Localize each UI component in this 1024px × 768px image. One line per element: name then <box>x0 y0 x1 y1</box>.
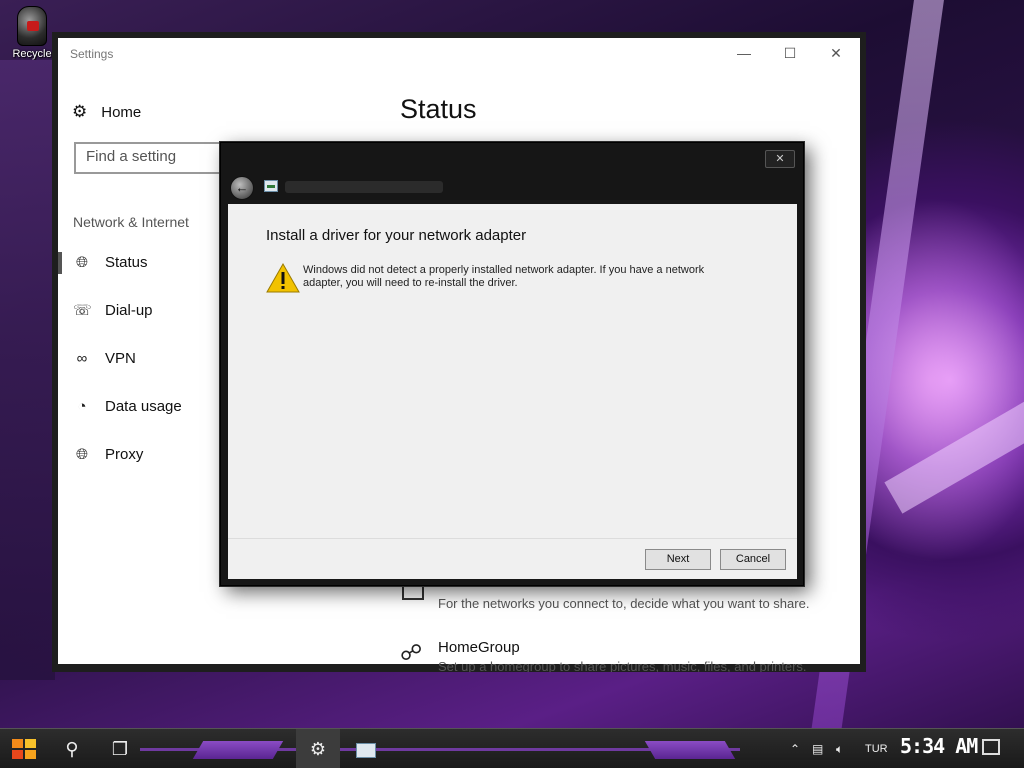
dialog-content: Install a driver for your network adapte… <box>228 204 797 538</box>
sidebar-item-label: Data usage <box>105 397 182 415</box>
dialog-message: Windows did not detect a properly instal… <box>303 264 705 289</box>
maximize-button[interactable]: ☐ <box>768 42 812 64</box>
desktop-icon-recycle-bin[interactable]: Recycle <box>8 6 56 60</box>
sidebar-item-label: Dial-up <box>105 301 153 319</box>
taskbar-network-adapter-icon[interactable] <box>344 729 388 768</box>
globe-icon: 🌐︎ <box>75 253 88 271</box>
settings-titlebar: Settings — ☐ ✕ <box>58 38 860 68</box>
search-icon[interactable]: ⚲ <box>50 729 94 768</box>
action-center-icon[interactable] <box>982 739 1000 755</box>
dialog-footer: Next Cancel <box>228 538 797 579</box>
sharing-options-icon <box>402 586 424 600</box>
task-view-icon[interactable]: ❐ <box>98 729 142 768</box>
page-title: Status <box>400 94 477 124</box>
dialog-close-button[interactable]: ✕ <box>765 150 795 168</box>
close-button[interactable]: ✕ <box>814 42 858 64</box>
taskbar-settings-gear-icon[interactable]: ⚙ <box>296 729 340 768</box>
dialup-icon: ☏ <box>73 302 92 319</box>
sidebar-item-label: Proxy <box>105 445 144 463</box>
homegroup-description: Set up a homegroup to share pictures, mu… <box>438 659 807 672</box>
volume-muted-icon[interactable]: 🔈︎ <box>836 729 843 768</box>
taskbar: ⚲ ❐ ⚙ ⌃ ▤ 🔈︎ TUR 5:34 AM <box>0 728 1024 768</box>
vpn-icon: ∞ <box>76 349 88 367</box>
sharing-options-description: For the networks you connect to, decide … <box>438 596 810 611</box>
language-indicator[interactable]: TUR <box>865 729 888 768</box>
section-title: Network & Internet <box>73 214 189 230</box>
homegroup-link[interactable]: HomeGroup <box>438 639 520 656</box>
minimize-button[interactable]: — <box>722 42 766 64</box>
start-button[interactable] <box>10 737 38 761</box>
dialog-title-redacted <box>285 181 443 193</box>
network-adapter-icon <box>264 180 278 192</box>
clock[interactable]: 5:34 AM <box>900 734 978 758</box>
homegroup-icon: ☍ <box>400 640 423 665</box>
sidebar-item-label: VPN <box>105 349 136 367</box>
desktop-icon-label: Recycle <box>12 48 52 60</box>
sidebar-item-label: Status <box>105 253 148 271</box>
window-title: Settings <box>70 47 114 61</box>
install-driver-dialog: ✕ ← Install a driver for your network ad… <box>220 142 804 586</box>
gear-icon: ⚙ <box>72 102 88 121</box>
warning-icon <box>266 263 300 293</box>
sidebar-home[interactable]: ⚙ Home <box>72 102 141 122</box>
back-arrow-icon[interactable]: ← <box>230 176 254 200</box>
network-status-icon[interactable]: ▤ <box>812 729 823 768</box>
pie-chart-icon: ◔ <box>77 397 87 415</box>
next-button[interactable]: Next <box>645 549 711 570</box>
cancel-button[interactable]: Cancel <box>720 549 786 570</box>
globe-icon: 🌐︎ <box>75 445 88 463</box>
home-label: Home <box>101 103 142 121</box>
dialog-heading: Install a driver for your network adapte… <box>266 227 527 244</box>
recycle-bin-icon <box>17 6 47 46</box>
show-hidden-icons-icon[interactable]: ⌃ <box>790 729 800 768</box>
